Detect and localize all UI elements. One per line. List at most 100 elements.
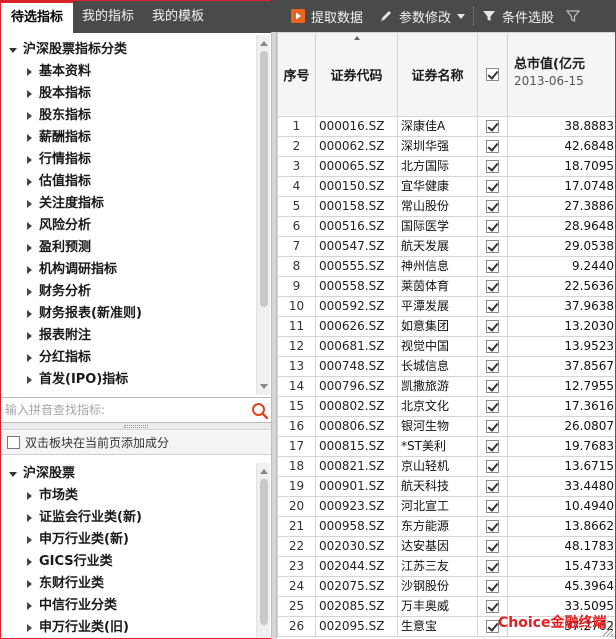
row-select-cell[interactable]: [477, 236, 508, 257]
row-checkbox[interactable]: [486, 400, 499, 413]
tree-item[interactable]: 证监会行业类(新): [1, 507, 256, 529]
row-select-cell[interactable]: [477, 176, 508, 197]
tree-item[interactable]: 首发(IPO)指标: [1, 369, 256, 391]
row-select-cell[interactable]: [477, 356, 508, 377]
resize-grip-icon[interactable]: [600, 623, 614, 637]
indicator-search-input[interactable]: [5, 401, 241, 419]
table-row[interactable]: 11 000626.SZ 如意集团 13.2030: [277, 316, 615, 337]
row-select-cell[interactable]: [477, 296, 508, 317]
row-checkbox[interactable]: [486, 480, 499, 493]
row-checkbox[interactable]: [486, 540, 499, 553]
scroll-down-icon[interactable]: [260, 384, 268, 389]
row-select-cell[interactable]: [477, 116, 508, 137]
row-checkbox[interactable]: [486, 220, 499, 233]
sector-tree-scrollbar[interactable]: [256, 463, 270, 638]
expand-caret-icon[interactable]: [27, 332, 32, 340]
table-row[interactable]: 1 000016.SZ 深康佳A 38.8883: [277, 116, 615, 137]
row-select-cell[interactable]: [477, 276, 508, 297]
expand-caret-icon[interactable]: [27, 492, 32, 500]
tree-item[interactable]: 风险分析: [1, 215, 256, 237]
add-constituents-checkbox[interactable]: [7, 436, 20, 449]
extract-data-button[interactable]: 提取数据: [271, 0, 371, 32]
expand-caret-icon[interactable]: [27, 266, 32, 274]
row-checkbox[interactable]: [486, 280, 499, 293]
row-select-cell[interactable]: [477, 416, 508, 437]
row-select-cell[interactable]: [477, 536, 508, 557]
row-select-cell[interactable]: [477, 136, 508, 157]
tree-item[interactable]: 基本资料: [1, 61, 256, 83]
tree-item[interactable]: 申万行业类(旧): [1, 617, 256, 638]
expand-caret-icon[interactable]: [27, 376, 32, 384]
edit-params-button[interactable]: 参数修改: [371, 0, 473, 32]
tree-item[interactable]: 申万行业类(新): [1, 529, 256, 551]
row-checkbox[interactable]: [486, 240, 499, 253]
expand-caret-icon[interactable]: [27, 558, 32, 566]
row-select-cell[interactable]: [477, 456, 508, 477]
tree-item[interactable]: 东财行业类: [1, 573, 256, 595]
row-select-cell[interactable]: [477, 436, 508, 457]
row-select-cell[interactable]: [477, 256, 508, 277]
table-row[interactable]: 3 000065.SZ 北方国际 18.7095: [277, 156, 615, 177]
tree-item[interactable]: 薪酬指标: [1, 127, 256, 149]
panel-splitter[interactable]: [1, 423, 271, 430]
expand-caret-icon[interactable]: [27, 244, 32, 252]
table-row[interactable]: 22 002030.SZ 达安基因 48.1783: [277, 536, 615, 557]
collapse-caret-icon[interactable]: [9, 48, 17, 53]
table-row[interactable]: 15 000802.SZ 北京文化 17.3616: [277, 396, 615, 417]
expand-caret-icon[interactable]: [27, 200, 32, 208]
row-select-cell[interactable]: [477, 496, 508, 517]
tree-item[interactable]: 分红指标: [1, 347, 256, 369]
tree-item[interactable]: 股东指标: [1, 105, 256, 127]
column-header-code[interactable]: 证券代码: [315, 32, 398, 117]
row-checkbox[interactable]: [486, 160, 499, 173]
tree-item[interactable]: 盈利预测: [1, 237, 256, 259]
row-checkbox[interactable]: [486, 500, 499, 513]
expand-caret-icon[interactable]: [27, 68, 32, 76]
row-select-cell[interactable]: [477, 396, 508, 417]
table-row[interactable]: 20 000923.SZ 河北宣工 10.4940: [277, 496, 615, 517]
table-row[interactable]: 19 000901.SZ 航天科技 33.4480: [277, 476, 615, 497]
table-row[interactable]: 5 000158.SZ 常山股份 27.3886: [277, 196, 615, 217]
row-select-cell[interactable]: [477, 316, 508, 337]
table-row[interactable]: 10 000592.SZ 平潭发展 37.9638: [277, 296, 615, 317]
row-checkbox[interactable]: [486, 200, 499, 213]
expand-caret-icon[interactable]: [27, 90, 32, 98]
table-row[interactable]: 7 000547.SZ 航天发展 29.0538: [277, 236, 615, 257]
table-row[interactable]: 12 000681.SZ 视觉中国 13.9523: [277, 336, 615, 357]
row-select-cell[interactable]: [477, 476, 508, 497]
row-select-cell[interactable]: [477, 376, 508, 397]
collapse-caret-icon[interactable]: [9, 472, 17, 477]
row-checkbox[interactable]: [486, 440, 499, 453]
row-checkbox[interactable]: [486, 320, 499, 333]
expand-caret-icon[interactable]: [27, 536, 32, 544]
tree-item[interactable]: 关注度指标: [1, 193, 256, 215]
tree-item[interactable]: 报表附注: [1, 325, 256, 347]
row-checkbox[interactable]: [486, 380, 499, 393]
expand-caret-icon[interactable]: [27, 354, 32, 362]
row-select-cell[interactable]: [477, 576, 508, 597]
row-select-cell[interactable]: [477, 196, 508, 217]
table-row[interactable]: 17 000815.SZ *ST美利 19.7683: [277, 436, 615, 457]
column-header-seq[interactable]: 序号: [277, 32, 316, 117]
tree-item[interactable]: 财务报表(新准则): [1, 303, 256, 325]
row-checkbox[interactable]: [486, 340, 499, 353]
expand-caret-icon[interactable]: [27, 178, 32, 186]
row-checkbox[interactable]: [486, 420, 499, 433]
tab-candidate-indicators[interactable]: 待选指标: [1, 1, 74, 33]
expand-caret-icon[interactable]: [27, 514, 32, 522]
tree-item[interactable]: 财务分析: [1, 281, 256, 303]
table-row[interactable]: 13 000748.SZ 长城信息 37.8567: [277, 356, 615, 377]
table-row[interactable]: 14 000796.SZ 凯撒旅游 12.7955: [277, 376, 615, 397]
scrollbar-thumb[interactable]: [260, 51, 268, 307]
tree-item[interactable]: 市场类: [1, 485, 256, 507]
expand-caret-icon[interactable]: [27, 602, 32, 610]
tab-my-templates[interactable]: 我的模板: [143, 1, 213, 33]
table-row[interactable]: 8 000555.SZ 神州信息 9.2440: [277, 256, 615, 277]
expand-caret-icon[interactable]: [27, 288, 32, 296]
tree-item[interactable]: 中信行业分类: [1, 595, 256, 617]
row-checkbox[interactable]: [486, 580, 499, 593]
row-select-cell[interactable]: [477, 556, 508, 577]
expand-caret-icon[interactable]: [27, 156, 32, 164]
expand-caret-icon[interactable]: [27, 624, 32, 632]
table-row[interactable]: 16 000806.SZ 银河生物 26.0807: [277, 416, 615, 437]
